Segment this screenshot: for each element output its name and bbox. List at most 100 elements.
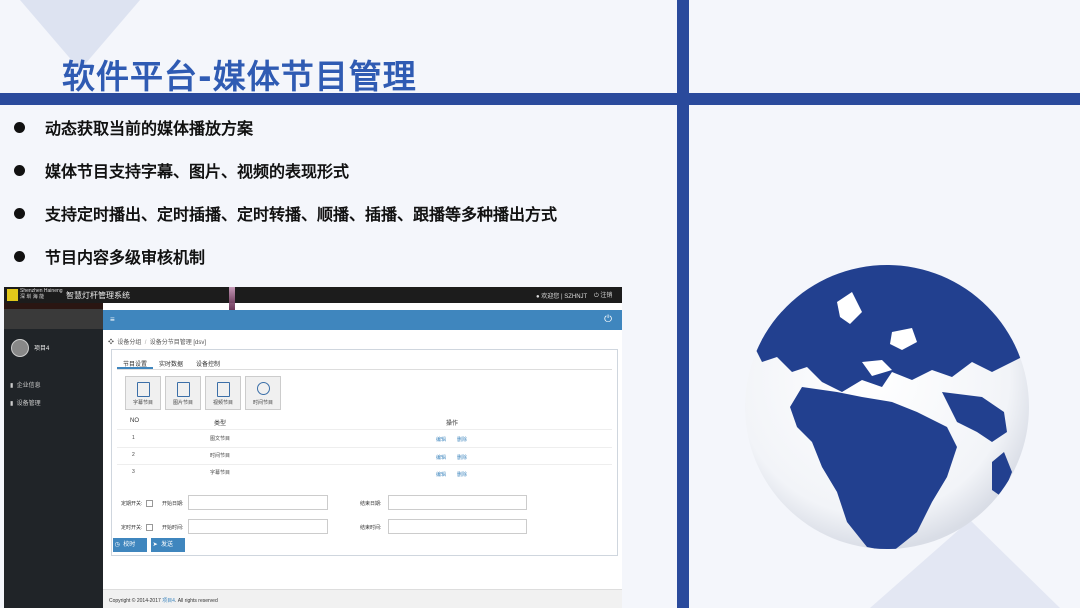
sync-time-button[interactable]: ◷ 校时 [113,538,147,552]
column-header-actions: 操作 [446,421,459,427]
bullet-text: 动态获取当前的媒体播放方案 [45,119,254,138]
bullet-item: 媒体节目支持字幕、图片、视频的表现形式 [14,159,557,181]
tool-label: 时间节目 [252,400,273,406]
home-icon: ❖ [108,340,118,346]
copyright-text: Copyright © 2014-2017 [109,598,161,604]
bullet-dot-icon [14,121,25,133]
logo-cn: 深 圳 海 能 [20,294,45,300]
sidebar-item-label: 企业信息 [16,383,41,389]
menu-icon[interactable]: ≡ [110,315,115,324]
column-header-no: NO [130,418,139,424]
bullet-dot-icon [14,164,25,176]
breadcrumb-item: 设备分节目管理 [dsv] [149,340,207,346]
sidebar: 项目4 ▮ 企业信息 ▮ 设备管理 [4,303,103,608]
send-button[interactable]: ➤ 发送 [151,538,185,552]
bullet-text: 节目内容多级审核机制 [45,248,206,267]
send-label: 发送 [161,542,174,548]
program-panel: 节目设置 实时数据 设备控制 字幕节目 图片节目 视频节目 时间节目 NO 类型… [111,349,618,556]
table-divider [117,429,612,430]
subtitle-program-button[interactable]: 字幕节目 [125,376,161,410]
sidebar-item-company[interactable]: ▮ 企业信息 [10,380,41,389]
sync-time-label: 校时 [123,542,136,548]
logout-button[interactable]: ⏻ 注销 [594,290,612,300]
bullet-list: 动态获取当前的媒体播放方案 媒体节目支持字幕、图片、视频的表现形式 支持定时播出… [14,116,557,288]
time-switch-checkbox[interactable] [146,524,153,531]
image-program-button[interactable]: 图片节目 [165,376,201,410]
image-icon [177,382,190,397]
breadcrumb: ❖ 设备分组 / 设备分节目管理 [dsv] [108,337,206,346]
bullet-item: 动态获取当前的媒体播放方案 [14,116,557,138]
tab-realtime-data[interactable]: 实时数据 [159,359,183,368]
send-icon: ➤ [151,542,162,548]
start-date-input[interactable] [188,495,328,510]
delete-link[interactable]: 删除 [457,436,467,443]
logout-label: 注销 [600,293,613,299]
user-name: 项目4 [34,346,50,352]
bullet-dot-icon [14,207,25,219]
edit-link[interactable]: 编辑 [436,454,446,461]
app-screenshot: Shenzhen Haineng 深 圳 海 能 智慧灯杆管理系统 ● 欢迎您 |… [4,287,622,608]
cell-type: 时间节目 [210,453,231,459]
tool-label: 字幕节目 [132,400,153,406]
avatar [11,339,29,357]
video-program-button[interactable]: 视频节目 [205,376,241,410]
time-switch-label: 定时开关: [121,525,143,531]
delete-link[interactable]: 删除 [457,471,467,478]
tab-device-control[interactable]: 设备控制 [196,359,220,368]
bullet-text: 支持定时播出、定时插播、定时转播、顺播、插播、跟播等多种播出方式 [45,205,558,224]
bullet-item: 节目内容多级审核机制 [14,245,557,267]
sidebar-header [4,309,103,329]
background-glow [229,287,235,310]
video-icon [217,382,230,397]
bullet-dot-icon [14,250,25,262]
app-title: 智慧灯杆管理系统 [66,291,130,300]
table-divider [117,464,612,465]
edit-link[interactable]: 编辑 [436,436,446,443]
logo-text: Shenzhen Haineng 深 圳 海 能 [20,288,63,300]
welcome-label: 欢迎您 | SZHNJT [541,294,588,300]
cell-no: 2 [132,452,135,458]
end-time-input[interactable] [388,519,527,534]
start-date-label: 开始日期: [162,501,184,507]
copyright-link[interactable]: 项目4 [162,598,175,604]
start-time-label: 开始时间: [162,525,184,531]
tab-divider [117,369,612,370]
end-date-input[interactable] [388,495,527,510]
tool-label: 视频节目 [212,400,233,406]
main-header: ≡ ⏻ [103,310,622,330]
welcome-text: ● 欢迎您 | SZHNJT [536,291,587,300]
bullet-item: 支持定时播出、定时插播、定时转播、顺播、插播、跟播等多种播出方式 [14,202,557,224]
breadcrumb-item[interactable]: 设备分组 [117,340,141,346]
copyright: Copyright © 2014-2017 项目4. All rights re… [109,597,218,604]
edit-link[interactable]: 编辑 [436,471,446,478]
cell-type: 字幕节目 [210,470,231,476]
sidebar-item-label: 设备管理 [16,401,41,407]
cell-type: 图文节目 [210,436,231,442]
power-icon[interactable]: ⏻ [604,314,612,325]
page-title: 软件平台-媒体节目管理 [62,57,417,96]
sidebar-item-devices[interactable]: ▮ 设备管理 [10,398,41,407]
time-program-button[interactable]: 时间节目 [245,376,281,410]
bullet-text: 媒体节目支持字幕、图片、视频的表现形式 [45,162,350,181]
date-switch-checkbox[interactable] [146,500,153,507]
breadcrumb-sep: / [141,340,150,346]
document-icon [137,382,150,397]
document-icon: ▮ [10,383,17,389]
start-time-input[interactable] [188,519,328,534]
delete-link[interactable]: 删除 [457,454,467,461]
document-icon: ▮ [10,401,17,407]
date-switch-label: 定期开关: [121,501,143,507]
column-header-type: 类型 [214,421,227,427]
cell-no: 1 [132,435,135,441]
tool-label: 图片节目 [172,400,193,406]
app-topbar: Shenzhen Haineng 深 圳 海 能 智慧灯杆管理系统 ● 欢迎您 |… [4,287,622,303]
globe-illustration [745,265,1029,549]
end-time-label: 结束时间: [360,525,382,531]
clock-icon: ◷ [113,542,124,548]
footer: Copyright © 2014-2017 项目4. All rights re… [103,589,622,608]
table-divider [117,447,612,448]
vertical-divider-bar [677,0,689,608]
copyright-suffix: . All rights reserved [174,598,218,604]
cell-no: 3 [132,469,135,475]
end-date-label: 结束日期: [360,501,382,507]
